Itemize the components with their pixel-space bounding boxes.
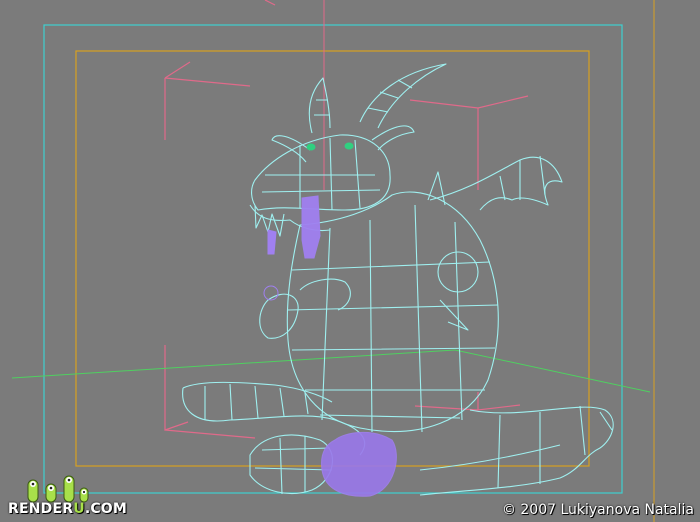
left-eye-icon	[306, 143, 316, 151]
safe-frame-outer	[43, 24, 623, 494]
light-gizmo-box	[164, 0, 529, 439]
renderu-mascot-icon	[27, 475, 89, 503]
accent-mesh	[263, 195, 397, 497]
right-eye-icon	[344, 142, 354, 150]
ground-grid-line	[11, 349, 651, 393]
logo-prefix: RENDER	[8, 501, 74, 517]
dragon-wireframe-scene	[11, 0, 655, 522]
copyright-text: © 2007 Lukiyanova Natalia	[501, 502, 694, 518]
renderu-logo: RENDERU.COM	[6, 466, 127, 518]
logo-suffix: .COM	[84, 501, 128, 517]
3d-viewport[interactable]: RENDERU.COM © 2007 Lukiyanova Natalia	[0, 0, 700, 522]
safe-frame-inner	[75, 50, 590, 467]
dragon-mesh	[182, 63, 614, 496]
logo-accent: U	[73, 501, 85, 517]
renderu-logo-text: RENDERU.COM	[8, 501, 127, 517]
